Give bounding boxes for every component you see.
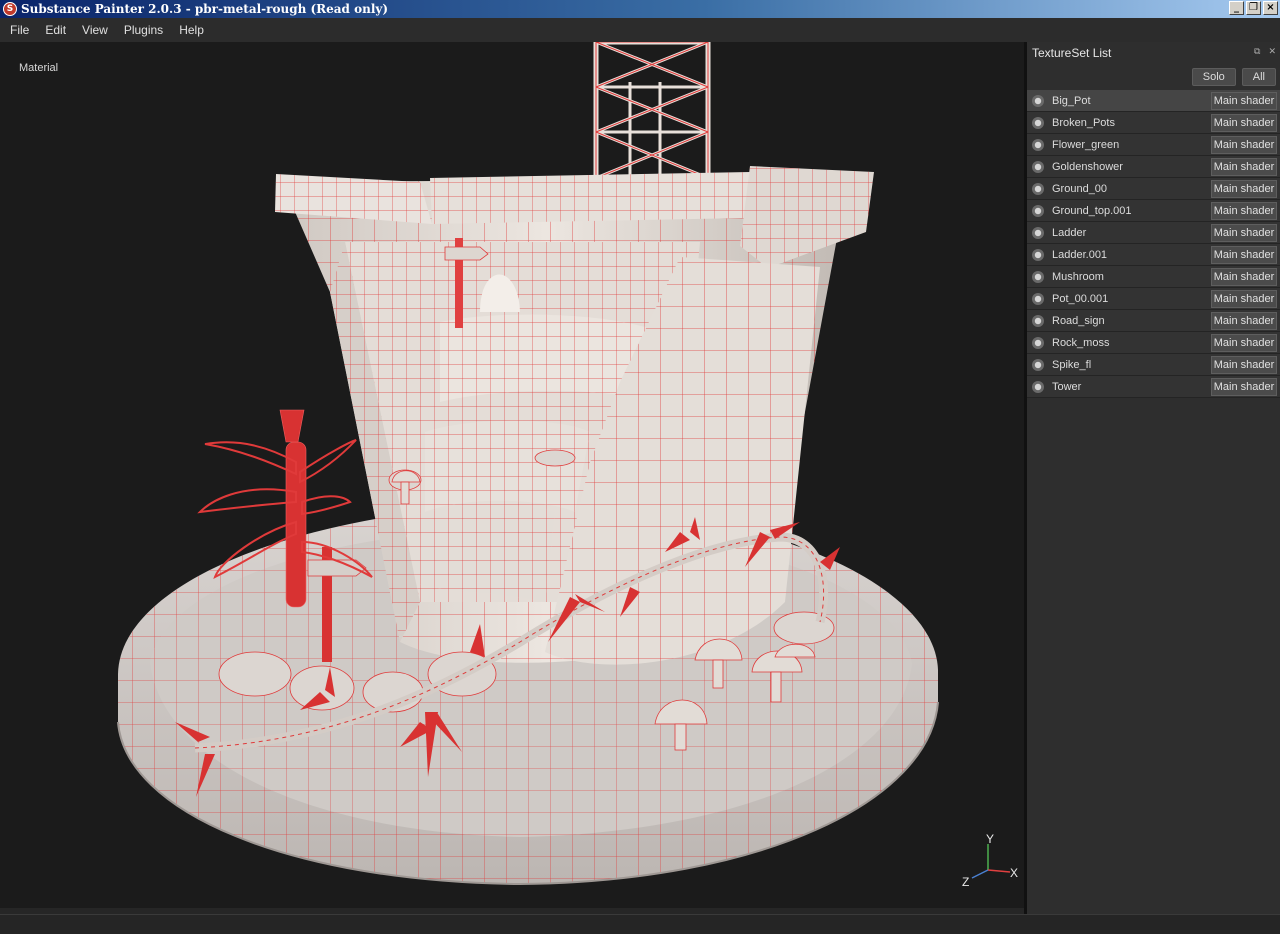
visibility-radio-icon[interactable] <box>1032 182 1044 195</box>
shader-select-button[interactable]: Main shader <box>1211 245 1277 264</box>
axis-z-label: Z <box>962 875 969 889</box>
panel-header: TextureSet List ⧉ ✕ <box>1027 42 1280 64</box>
textureset-row[interactable]: Big_Pot Main shader <box>1027 90 1280 112</box>
window-controls: _ ❐ × <box>1229 1 1278 15</box>
textureset-row[interactable]: Flower_green Main shader <box>1027 134 1280 156</box>
visibility-radio-icon[interactable] <box>1032 358 1044 371</box>
viewport-mode-label: Material <box>19 62 59 74</box>
all-button[interactable]: All <box>1241 68 1276 86</box>
minimize-button[interactable]: _ <box>1229 1 1244 15</box>
textureset-name: Mushroom <box>1052 270 1104 283</box>
shader-select-button[interactable]: Main shader <box>1211 179 1277 198</box>
scene-render <box>117 42 939 886</box>
textureset-row[interactable]: Ground_00 Main shader <box>1027 178 1280 200</box>
menu-edit[interactable]: Edit <box>37 18 74 42</box>
window-title: Substance Painter 2.0.3 - pbr-metal-roug… <box>21 2 389 16</box>
menu-bar: File Edit View Plugins Help <box>0 18 1280 42</box>
textureset-name: Ground_top.001 <box>1052 204 1132 217</box>
textureset-row[interactable]: Spike_fl Main shader <box>1027 354 1280 376</box>
shader-select-button[interactable]: Main shader <box>1211 355 1277 374</box>
shader-select-button[interactable]: Main shader <box>1211 289 1277 308</box>
textureset-name: Pot_00.001 <box>1052 292 1109 305</box>
shader-select-button[interactable]: Main shader <box>1211 113 1277 132</box>
textureset-name: Big_Pot <box>1052 94 1091 107</box>
shader-select-button[interactable]: Main shader <box>1211 135 1277 154</box>
textureset-row[interactable]: Goldenshower Main shader <box>1027 156 1280 178</box>
solo-button[interactable]: Solo <box>1191 68 1236 86</box>
panel-title: TextureSet List <box>1032 46 1112 60</box>
shader-select-button[interactable]: Main shader <box>1211 377 1277 396</box>
close-icon[interactable]: ✕ <box>1268 46 1276 57</box>
textureset-row[interactable]: Ladder.001 Main shader <box>1027 244 1280 266</box>
textureset-row[interactable]: Road_sign Main shader <box>1027 310 1280 332</box>
shader-select-button[interactable]: Main shader <box>1211 333 1277 352</box>
visibility-radio-icon[interactable] <box>1032 270 1044 283</box>
close-button[interactable]: × <box>1263 1 1278 15</box>
status-bar <box>0 914 1280 934</box>
panel-toolbar: Solo All <box>1027 64 1280 90</box>
textureset-name: Ladder.001 <box>1052 248 1108 261</box>
menu-plugins[interactable]: Plugins <box>116 18 171 42</box>
substance-painter-icon: S <box>3 2 17 16</box>
textureset-row[interactable]: Broken_Pots Main shader <box>1027 112 1280 134</box>
visibility-radio-icon[interactable] <box>1032 138 1044 151</box>
visibility-radio-icon[interactable] <box>1032 292 1044 305</box>
shader-select-button[interactable]: Main shader <box>1211 91 1277 110</box>
textureset-name: Spike_fl <box>1052 358 1092 371</box>
visibility-radio-icon[interactable] <box>1032 226 1044 239</box>
panel-controls: ⧉ ✕ <box>1254 46 1276 57</box>
visibility-radio-icon[interactable] <box>1032 380 1044 393</box>
textureset-name: Goldenshower <box>1052 160 1123 173</box>
textureset-name: Ground_00 <box>1052 182 1108 195</box>
float-icon[interactable]: ⧉ <box>1254 46 1260 57</box>
textureset-row[interactable]: Rock_moss Main shader <box>1027 332 1280 354</box>
textureset-name: Road_sign <box>1052 314 1105 327</box>
visibility-radio-icon[interactable] <box>1032 94 1044 107</box>
textureset-name: Tower <box>1052 380 1082 393</box>
textureset-row[interactable]: Mushroom Main shader <box>1027 266 1280 288</box>
shader-select-button[interactable]: Main shader <box>1211 157 1277 176</box>
textureset-row[interactable]: Pot_00.001 Main shader <box>1027 288 1280 310</box>
textureset-list-panel: TextureSet List ⧉ ✕ Solo All Big_Pot Main… <box>1027 42 1280 914</box>
textureset-name: Broken_Pots <box>1052 116 1115 129</box>
textureset-row[interactable]: Ground_top.001 Main shader <box>1027 200 1280 222</box>
textureset-row[interactable]: Ladder Main shader <box>1027 222 1280 244</box>
textureset-list: Big_Pot Main shader Broken_Pots Main shader… <box>1027 90 1280 398</box>
visibility-radio-icon[interactable] <box>1032 314 1044 327</box>
menu-file[interactable]: File <box>2 18 37 42</box>
textureset-name: Ladder <box>1052 226 1087 239</box>
restore-button[interactable]: ❐ <box>1246 1 1261 15</box>
axis-gizmo: Y X Z <box>962 832 1018 889</box>
visibility-radio-icon[interactable] <box>1032 160 1044 173</box>
textureset-name: Flower_green <box>1052 138 1120 151</box>
shader-select-button[interactable]: Main shader <box>1211 223 1277 242</box>
textureset-name: Rock_moss <box>1052 336 1110 349</box>
axis-y-label: Y <box>986 832 994 846</box>
3d-viewport[interactable]: Material Y X Z <box>0 42 1024 908</box>
visibility-radio-icon[interactable] <box>1032 248 1044 261</box>
visibility-radio-icon[interactable] <box>1032 336 1044 349</box>
tower-mesh <box>593 42 711 181</box>
shader-select-button[interactable]: Main shader <box>1211 311 1277 330</box>
shader-select-button[interactable]: Main shader <box>1211 267 1277 286</box>
menu-help[interactable]: Help <box>171 18 212 42</box>
textureset-row[interactable]: Tower Main shader <box>1027 376 1280 398</box>
visibility-radio-icon[interactable] <box>1032 204 1044 217</box>
title-bar: S Substance Painter 2.0.3 - pbr-metal-ro… <box>0 0 1280 18</box>
axis-x-label: X <box>1010 866 1018 880</box>
shader-select-button[interactable]: Main shader <box>1211 201 1277 220</box>
visibility-radio-icon[interactable] <box>1032 116 1044 129</box>
menu-view[interactable]: View <box>74 18 116 42</box>
